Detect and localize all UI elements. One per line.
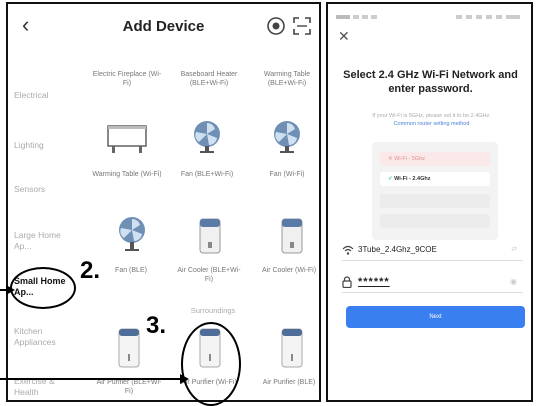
air-purifier-highlight bbox=[181, 322, 241, 406]
section-label: Surroundings bbox=[190, 306, 236, 315]
wifi-password-field[interactable]: ****** ◉ bbox=[342, 272, 523, 293]
sidebar-item-label: Sensors bbox=[14, 184, 46, 194]
device-label[interactable]: Warming Table (BLE+Wi-Fi) bbox=[252, 70, 319, 88]
wifi-setup-screen: ✕ Select 2.4 GHz Wi-Fi Network and enter… bbox=[326, 2, 533, 402]
wifi-note: If your Wi-Fi is 5GHz, please set it to … bbox=[372, 113, 491, 119]
device-label[interactable]: Fan (BLE) bbox=[96, 266, 166, 275]
sidebar-item-kitchen[interactable]: Kitchen Appliances bbox=[8, 326, 68, 348]
air-purifier-icon[interactable] bbox=[281, 328, 303, 368]
device-label[interactable]: Fan (Wi-Fi) bbox=[252, 170, 319, 179]
air-purifier-icon[interactable] bbox=[118, 328, 140, 368]
switch-network-icon[interactable]: ⇄ bbox=[511, 240, 517, 260]
arrow-head bbox=[180, 374, 189, 384]
arrow-head bbox=[6, 285, 15, 295]
lock-icon bbox=[342, 276, 352, 288]
device-label[interactable]: Electric Fireplace (Wi-Fi) bbox=[92, 70, 162, 88]
wifi-ssid-value: 3Tube_2.4Ghz_9COE bbox=[358, 245, 437, 254]
fan-icon[interactable] bbox=[271, 120, 303, 154]
device-label[interactable]: Air Cooler (BLE+Wi-Fi) bbox=[174, 266, 244, 284]
scan-target-icon[interactable] bbox=[266, 16, 286, 36]
close-button[interactable]: ✕ bbox=[338, 28, 350, 45]
qr-scan-icon[interactable] bbox=[292, 16, 312, 36]
arrow-line bbox=[0, 378, 182, 380]
illus-placeholder bbox=[380, 214, 490, 228]
page-title: Select 2.4 GHz Wi-Fi Network and enter p… bbox=[343, 69, 518, 95]
device-label[interactable]: Air Purifier (BLE+Wi-Fi) bbox=[94, 378, 164, 396]
eye-icon[interactable]: ◉ bbox=[510, 272, 517, 292]
device-label[interactable]: Warming Table (Wi-Fi) bbox=[92, 170, 162, 179]
wifi-24g-row: ✓ Wi-Fi - 2.4Ghz bbox=[380, 172, 490, 186]
wifi-illustration: ✕ Wi-Fi - 5Ghz ✓ Wi-Fi - 2.4Ghz bbox=[372, 142, 498, 240]
header: ‹ Add Device bbox=[8, 4, 319, 46]
add-device-screen: ‹ Add Device Electrical Lighting Sensors… bbox=[6, 2, 321, 402]
password-value: ****** bbox=[358, 276, 390, 288]
air-cooler-icon[interactable] bbox=[281, 218, 303, 254]
illus-placeholder bbox=[380, 194, 490, 208]
wifi-5g-label: Wi-Fi - 5Ghz bbox=[394, 156, 426, 162]
step-2-annotation: 2. bbox=[80, 257, 101, 284]
device-label[interactable]: Baseboard Heater (BLE+Wi-Fi) bbox=[174, 70, 244, 88]
wifi-icon bbox=[342, 245, 354, 255]
fan-icon[interactable] bbox=[116, 216, 148, 252]
warming-table-icon[interactable] bbox=[106, 122, 148, 154]
sidebar-item-label: Lighting bbox=[14, 140, 44, 150]
check-icon: ✓ bbox=[388, 176, 393, 182]
air-cooler-icon[interactable] bbox=[199, 218, 221, 254]
sidebar-item-label: Kitchen Appliances bbox=[14, 326, 56, 347]
sidebar-item-label: Electrical bbox=[14, 90, 49, 100]
device-label[interactable]: Air Purifier (BLE) bbox=[254, 378, 319, 387]
small-home-highlight bbox=[10, 267, 76, 309]
sidebar-item-large-home[interactable]: Large Home Ap... bbox=[8, 230, 72, 252]
sidebar-item-sensors[interactable]: Sensors bbox=[8, 184, 74, 195]
wifi-network-field[interactable]: 3Tube_2.4Ghz_9COE ⇄ bbox=[342, 240, 523, 261]
device-label[interactable]: Fan (BLE+Wi-Fi) bbox=[172, 170, 242, 179]
fan-icon[interactable] bbox=[191, 120, 223, 154]
wifi-5g-row: ✕ Wi-Fi - 5Ghz bbox=[380, 152, 490, 166]
status-bar bbox=[336, 15, 520, 19]
step-3-annotation: 3. bbox=[146, 312, 167, 339]
sidebar-item-electrical[interactable]: Electrical bbox=[8, 90, 74, 101]
device-label[interactable]: Air Cooler (Wi-Fi) bbox=[254, 266, 319, 275]
sidebar-item-lighting[interactable]: Lighting bbox=[8, 140, 74, 151]
wifi-24g-label: Wi-Fi - 2.4Ghz bbox=[394, 176, 431, 182]
next-button[interactable]: Next bbox=[346, 306, 525, 328]
router-help-link[interactable]: Common router setting method bbox=[344, 121, 519, 127]
sidebar-item-label: Large Home Ap... bbox=[14, 230, 61, 251]
